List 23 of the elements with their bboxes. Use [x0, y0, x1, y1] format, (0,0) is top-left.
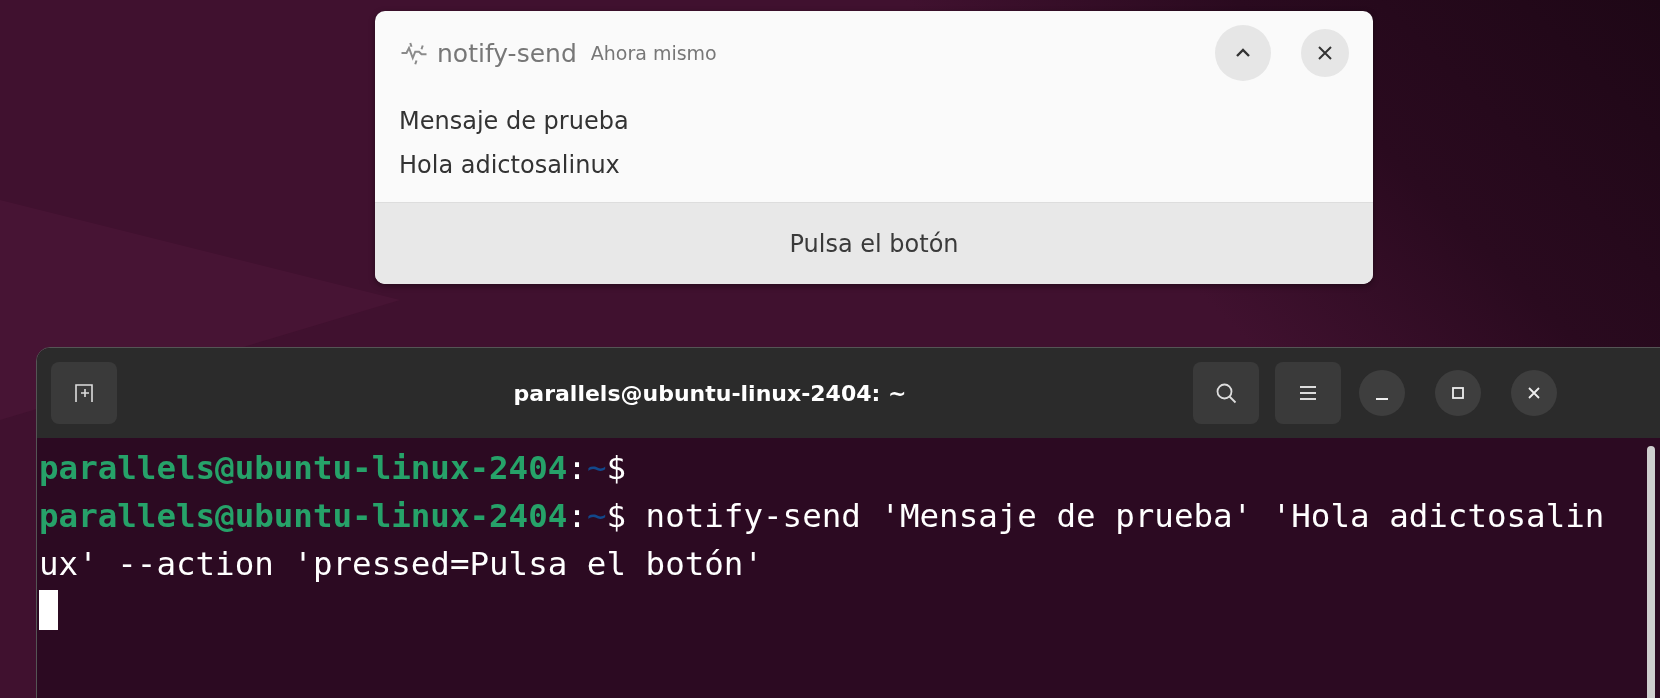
terminal-line: parallels@ubuntu-linux-2404:~$ notify-send 'Mensaje de prueba' 'Hola adictosalin [39, 496, 1605, 537]
close-button[interactable] [1301, 29, 1349, 77]
close-window-button[interactable] [1511, 370, 1557, 416]
new-tab-icon [73, 382, 95, 404]
terminal-line: parallels@ubuntu-linux-2404:~$ [39, 448, 627, 489]
close-icon [1316, 44, 1334, 62]
terminal-line: ux' --action 'pressed=Pulsa el botón' [39, 544, 763, 585]
notification-time: Ahora mismo [590, 42, 717, 64]
maximize-icon [1451, 386, 1465, 400]
notification-summary: Mensaje de prueba [398, 106, 630, 135]
search-button[interactable] [1193, 362, 1259, 424]
new-tab-button[interactable] [51, 362, 117, 424]
menu-icon [1298, 384, 1318, 402]
close-icon [1527, 386, 1541, 400]
search-icon [1214, 381, 1238, 405]
minimize-icon [1376, 398, 1388, 400]
maximize-button[interactable] [1435, 370, 1481, 416]
menu-button[interactable] [1275, 362, 1341, 424]
window-title: parallels@ubuntu-linux-2404: ~ [512, 380, 908, 406]
scrollbar[interactable] [1647, 446, 1655, 698]
notification-body: Hola adictosalinux [398, 150, 621, 179]
app-name: notify-send [437, 38, 577, 68]
action-button[interactable]: Pulsa el botón [375, 202, 1373, 284]
